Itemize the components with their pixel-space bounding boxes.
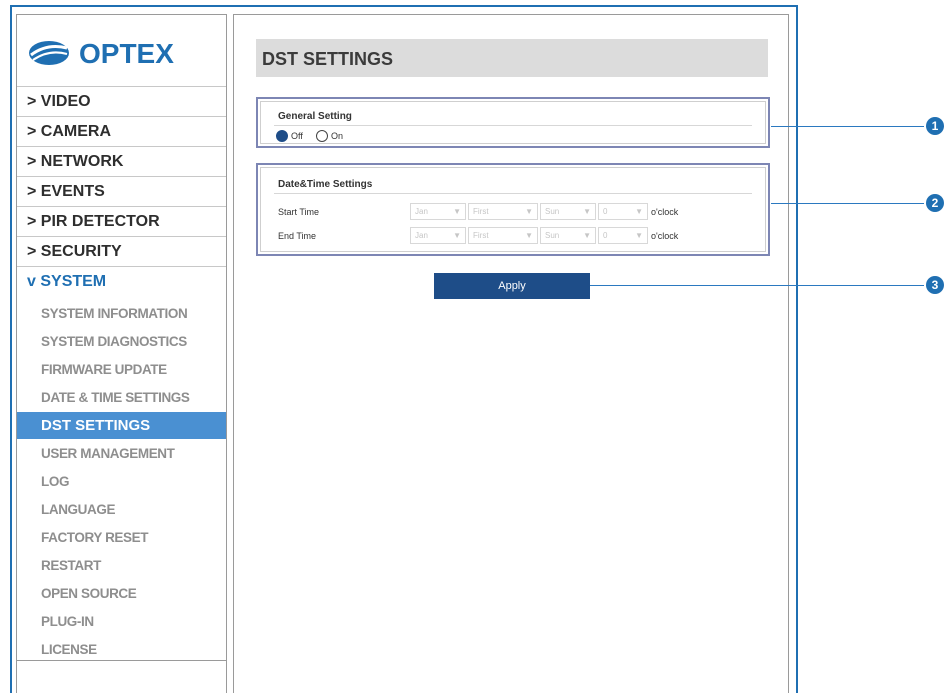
end-day-value: Sun <box>545 231 560 240</box>
end-week-select[interactable]: First ▼ <box>468 227 538 244</box>
submenu-user-management[interactable]: USER MANAGEMENT <box>17 440 226 467</box>
chevron-down-icon: ▼ <box>525 231 533 240</box>
submenu-plug-in[interactable]: PLUG-IN <box>17 608 226 635</box>
sidebar: OPTEX > VIDEO > CAMERA > NETWORK > EVENT… <box>16 14 227 693</box>
chevron-down-icon: ▼ <box>453 231 461 240</box>
menu-network[interactable]: > NETWORK <box>17 146 226 176</box>
chevron-down-icon: ▼ <box>453 207 461 216</box>
main-content: DST SETTINGS General Setting Off On Date… <box>233 14 789 693</box>
submenu-license[interactable]: LICENSE <box>17 636 226 663</box>
menu-system[interactable]: v SYSTEM <box>17 266 226 296</box>
menu-camera[interactable]: > CAMERA <box>17 116 226 146</box>
end-oclock-label: o'clock <box>651 231 679 241</box>
submenu-system-diagnostics[interactable]: SYSTEM DIAGNOSTICS <box>17 328 226 355</box>
page-title: DST SETTINGS <box>256 39 768 77</box>
end-month-value: Jan <box>415 231 428 240</box>
callout-badge-3: 3 <box>926 276 944 294</box>
general-setting-group: General Setting Off On <box>256 97 770 148</box>
menu-events[interactable]: > EVENTS <box>17 176 226 206</box>
radio-off-label: Off <box>291 131 303 141</box>
chevron-down-icon: ▼ <box>635 207 643 216</box>
menu-security[interactable]: > SECURITY <box>17 236 226 266</box>
end-hour-value: 0 <box>603 231 608 240</box>
submenu-firmware-update[interactable]: FIRMWARE UPDATE <box>17 356 226 383</box>
menu-video[interactable]: > VIDEO <box>17 86 226 116</box>
callout-line-3 <box>590 285 924 286</box>
apply-button[interactable]: Apply <box>434 273 590 299</box>
sidebar-divider <box>17 660 226 661</box>
submenu-restart[interactable]: RESTART <box>17 552 226 579</box>
start-day-value: Sun <box>545 207 560 216</box>
start-hour-value: 0 <box>603 207 608 216</box>
callout-badge-1: 1 <box>926 117 944 135</box>
optex-logo: OPTEX <box>27 35 217 71</box>
start-week-value: First <box>473 207 489 216</box>
radio-on-label: On <box>331 131 344 141</box>
end-week-value: First <box>473 231 489 240</box>
callout-line-2 <box>771 203 924 204</box>
start-month-select[interactable]: Jan ▼ <box>410 203 466 220</box>
general-setting-title: General Setting <box>278 111 352 122</box>
start-day-select[interactable]: Sun ▼ <box>540 203 596 220</box>
logo-text: OPTEX <box>79 38 174 69</box>
submenu-system-information[interactable]: SYSTEM INFORMATION <box>17 300 226 327</box>
chevron-down-icon: ▼ <box>525 207 533 216</box>
submenu-factory-reset[interactable]: FACTORY RESET <box>17 524 226 551</box>
start-month-value: Jan <box>415 207 428 216</box>
submenu-log[interactable]: LOG <box>17 468 226 495</box>
datetime-settings-group: Date&Time Settings Start Time Jan ▼ First… <box>256 163 770 256</box>
end-hour-select[interactable]: 0 ▼ <box>598 227 648 244</box>
datetime-settings-title: Date&Time Settings <box>278 179 373 190</box>
callout-badge-2: 2 <box>926 194 944 212</box>
chevron-down-icon: ▼ <box>635 231 643 240</box>
start-oclock-label: o'clock <box>651 207 679 217</box>
radio-off[interactable] <box>276 130 288 142</box>
start-week-select[interactable]: First ▼ <box>468 203 538 220</box>
submenu-date-time-settings[interactable]: DATE & TIME SETTINGS <box>17 384 226 411</box>
end-day-select[interactable]: Sun ▼ <box>540 227 596 244</box>
end-time-label: End Time <box>278 231 317 241</box>
submenu-dst-settings[interactable]: DST SETTINGS <box>17 412 226 439</box>
chevron-down-icon: ▼ <box>583 207 591 216</box>
start-hour-select[interactable]: 0 ▼ <box>598 203 648 220</box>
start-time-label: Start Time <box>278 207 320 217</box>
end-month-select[interactable]: Jan ▼ <box>410 227 466 244</box>
menu-pir-detector[interactable]: > PIR DETECTOR <box>17 206 226 236</box>
submenu-open-source[interactable]: OPEN SOURCE <box>17 580 226 607</box>
radio-on[interactable] <box>316 130 328 142</box>
submenu-language[interactable]: LANGUAGE <box>17 496 226 523</box>
callout-line-1 <box>771 126 924 127</box>
chevron-down-icon: ▼ <box>583 231 591 240</box>
logo-mark-icon: OPTEX <box>29 38 174 69</box>
